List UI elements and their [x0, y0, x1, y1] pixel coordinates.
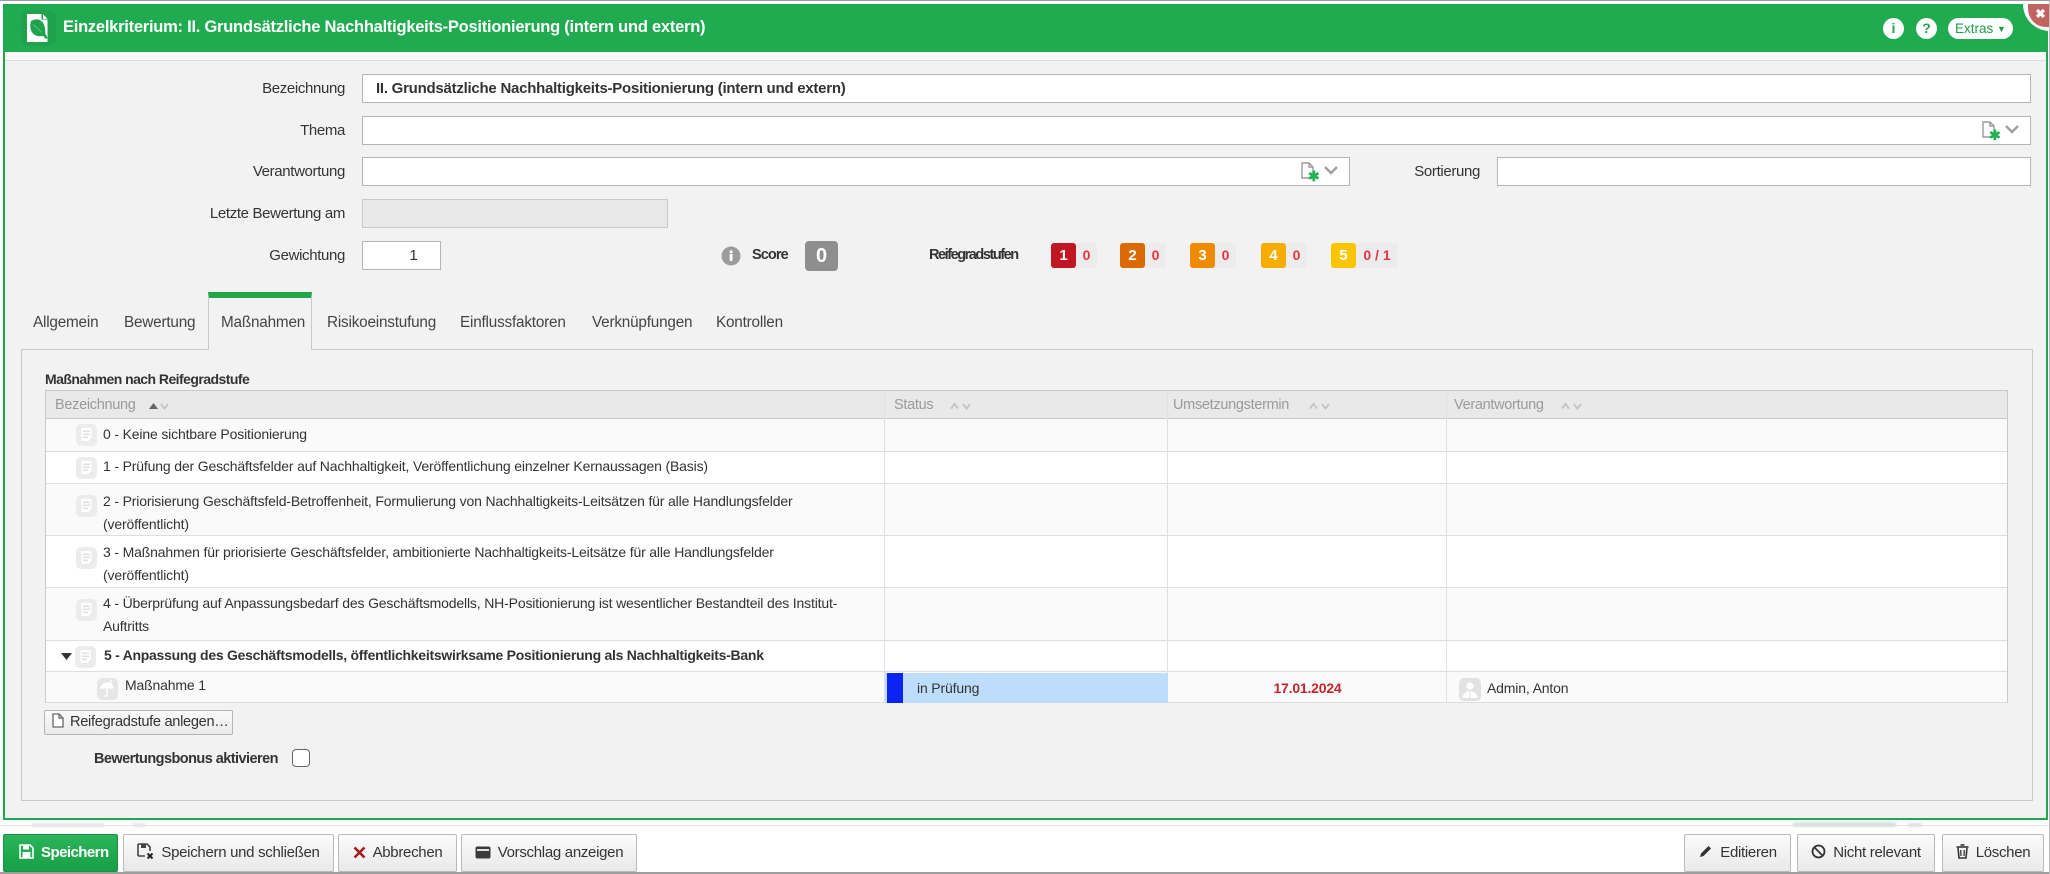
svg-text:✱: ✱ [1989, 127, 2001, 141]
svg-text:✱: ✱ [1308, 168, 1320, 182]
